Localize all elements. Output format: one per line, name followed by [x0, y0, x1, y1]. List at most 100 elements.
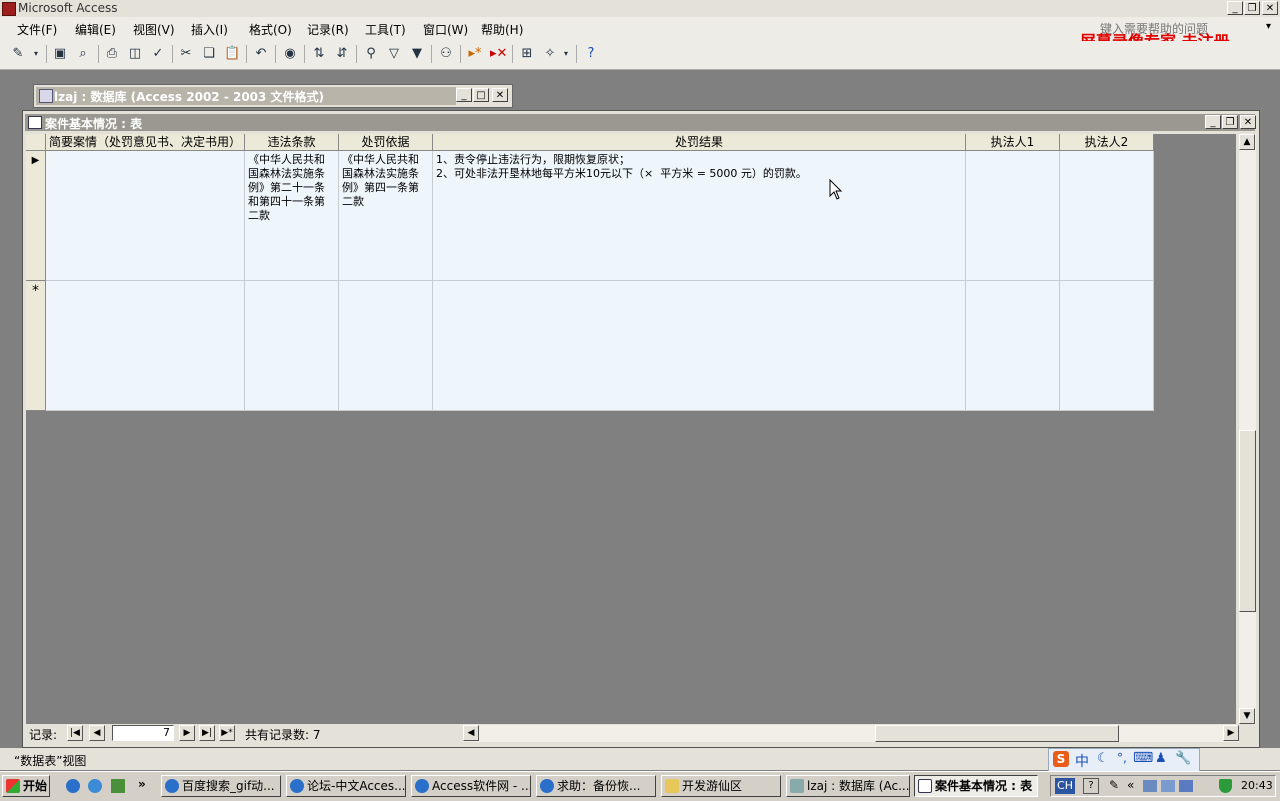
taskbar-item-active[interactable]: 案件基本情况 : 表: [914, 775, 1038, 797]
ime-halfwidth-icon[interactable]: ☾: [1097, 751, 1109, 766]
scroll-left-button[interactable]: ◀: [463, 725, 479, 741]
db-minimize-button[interactable]: _: [456, 88, 472, 102]
menu-format[interactable]: 格式(O): [249, 21, 292, 38]
new-row-cell[interactable]: [1060, 281, 1154, 411]
table-cell[interactable]: [46, 151, 245, 281]
close-button[interactable]: ✕: [1262, 1, 1278, 15]
filter-by-form-icon[interactable]: ▽: [386, 46, 402, 62]
network3-icon[interactable]: [1179, 780, 1193, 792]
menu-file[interactable]: 文件(F): [17, 21, 57, 38]
restore-button[interactable]: ❐: [1244, 1, 1260, 15]
view-dropdown-icon[interactable]: ▾: [32, 46, 40, 62]
prev-record-button[interactable]: ◀: [89, 725, 105, 741]
menu-records[interactable]: 记录(R): [307, 21, 349, 38]
clock[interactable]: 20:43: [1241, 779, 1273, 792]
new-record-icon[interactable]: ▸*: [467, 46, 483, 62]
help-icon[interactable]: ?: [583, 46, 599, 62]
column-header[interactable]: 执法人1: [966, 134, 1060, 151]
record-number-input[interactable]: 7: [112, 725, 174, 741]
new-row-cell[interactable]: [433, 281, 966, 411]
scroll-down-button[interactable]: ▼: [1239, 708, 1255, 724]
apply-filter-icon[interactable]: ▼: [409, 46, 425, 62]
column-header[interactable]: 简要案情（处罚意见书、决定书用）: [46, 134, 245, 151]
new-row-cell[interactable]: [339, 281, 433, 411]
horizontal-scrollbar[interactable]: ◀ ▶: [463, 725, 1239, 742]
ime-logo-icon[interactable]: S: [1053, 751, 1069, 767]
new-row-cell[interactable]: [46, 281, 245, 411]
table-cell-editing[interactable]: 1、责令停止违法行为，限期恢复原状； 2、可处非法开垦林地每平方米10元以下（×…: [433, 151, 966, 281]
undo-icon[interactable]: ↶: [253, 46, 269, 62]
table-minimize-button[interactable]: _: [1205, 115, 1221, 129]
taskbar-item[interactable]: 百度搜索_gif动...: [161, 775, 281, 797]
table-close-button[interactable]: ✕: [1240, 115, 1256, 129]
ime-user-icon[interactable]: ♟: [1155, 751, 1167, 766]
table-cell[interactable]: [1060, 151, 1154, 281]
filter-by-selection-icon[interactable]: ⚲: [363, 46, 379, 62]
network-icon[interactable]: [1143, 780, 1157, 792]
last-record-button[interactable]: ▶|: [199, 725, 215, 741]
save-icon[interactable]: ▣: [52, 46, 68, 62]
menu-edit[interactable]: 编辑(E): [75, 21, 116, 38]
find-icon[interactable]: ⚇: [438, 46, 454, 62]
next-record-button[interactable]: ▶: [179, 725, 195, 741]
db-maximize-button[interactable]: □: [473, 88, 489, 102]
new-record-nav-button[interactable]: ▶*: [219, 725, 235, 741]
file-search-icon[interactable]: ⌕: [75, 46, 91, 62]
menu-help[interactable]: 帮助(H): [481, 21, 523, 38]
sort-ascending-icon[interactable]: ⇅: [311, 46, 327, 62]
ie2-quicklaunch-icon[interactable]: [88, 779, 102, 793]
minimize-button[interactable]: _: [1227, 1, 1243, 15]
sort-descending-icon[interactable]: ⇵: [334, 46, 350, 62]
ime-chinese-mode[interactable]: 中: [1075, 751, 1089, 771]
row-selector-current[interactable]: ▶: [26, 151, 46, 281]
taskbar-item[interactable]: 论坛-中文Acces...: [286, 775, 406, 797]
scroll-up-button[interactable]: ▲: [1239, 134, 1255, 150]
start-button[interactable]: 开始: [2, 775, 50, 797]
app-quicklaunch-icon[interactable]: [111, 779, 125, 793]
database-window[interactable]: lzaj : 数据库 (Access 2002 - 2003 文件格式) _ □…: [33, 84, 513, 108]
scroll-right-button[interactable]: ▶: [1223, 725, 1239, 741]
cut-icon[interactable]: ✂: [178, 46, 194, 62]
tray-pen-icon[interactable]: ✎: [1109, 778, 1119, 792]
horizontal-scroll-thumb[interactable]: [875, 725, 1119, 742]
access-app-icon[interactable]: [2, 2, 16, 16]
new-object-icon[interactable]: ✧: [542, 46, 558, 62]
db-close-button[interactable]: ✕: [492, 88, 508, 102]
view-icon[interactable]: ✎: [10, 46, 26, 62]
ime-keyboard-icon[interactable]: ⌨: [1133, 750, 1153, 766]
paste-icon[interactable]: 📋: [224, 46, 240, 62]
ime-settings-icon[interactable]: 🔧: [1175, 751, 1191, 766]
table-cell[interactable]: 《中华人民共和国森林法实施条例》第二十一条和第四十一条第二款: [245, 151, 339, 281]
first-record-button[interactable]: |◀: [67, 725, 83, 741]
column-header[interactable]: 违法条款: [245, 134, 339, 151]
hyperlink-icon[interactable]: ◉: [282, 46, 298, 62]
tray-expand-icon[interactable]: «: [1127, 778, 1134, 792]
print-preview-icon[interactable]: ◫: [127, 46, 143, 62]
taskbar-item[interactable]: Access软件网 - ...: [411, 775, 531, 797]
menu-view[interactable]: 视图(V): [133, 21, 175, 38]
column-header[interactable]: 处罚依据: [339, 134, 433, 151]
menu-tools[interactable]: 工具(T): [365, 21, 406, 38]
column-header[interactable]: 处罚结果: [433, 134, 966, 151]
vertical-scroll-thumb[interactable]: [1239, 430, 1256, 612]
row-selector-new[interactable]: *: [26, 281, 46, 411]
taskbar-item[interactable]: 开发游仙区: [661, 775, 781, 797]
network2-icon[interactable]: [1161, 780, 1175, 792]
table-restore-button[interactable]: ❐: [1222, 115, 1238, 129]
security-shield-icon[interactable]: [1219, 779, 1232, 793]
new-row-cell[interactable]: [966, 281, 1060, 411]
taskbar-item[interactable]: lzaj : 数据库 (Ac...: [786, 775, 910, 797]
delete-record-icon[interactable]: ▸✕: [490, 46, 507, 62]
new-object-dropdown-icon[interactable]: ▾: [562, 46, 570, 62]
language-indicator[interactable]: CH: [1055, 778, 1075, 794]
menu-window[interactable]: 窗口(W): [423, 21, 468, 38]
new-row-cell[interactable]: [245, 281, 339, 411]
ie-quicklaunch-icon[interactable]: [66, 779, 80, 793]
spelling-icon[interactable]: ✓: [150, 46, 166, 62]
taskbar-item[interactable]: 求助：备份恢...: [536, 775, 656, 797]
help-tray-icon[interactable]: ?: [1083, 778, 1099, 794]
vertical-scrollbar[interactable]: ▲ ▼: [1239, 134, 1256, 724]
table-cell[interactable]: [966, 151, 1060, 281]
print-icon[interactable]: ⎙: [104, 46, 120, 62]
database-window-icon[interactable]: ⊞: [519, 46, 535, 62]
